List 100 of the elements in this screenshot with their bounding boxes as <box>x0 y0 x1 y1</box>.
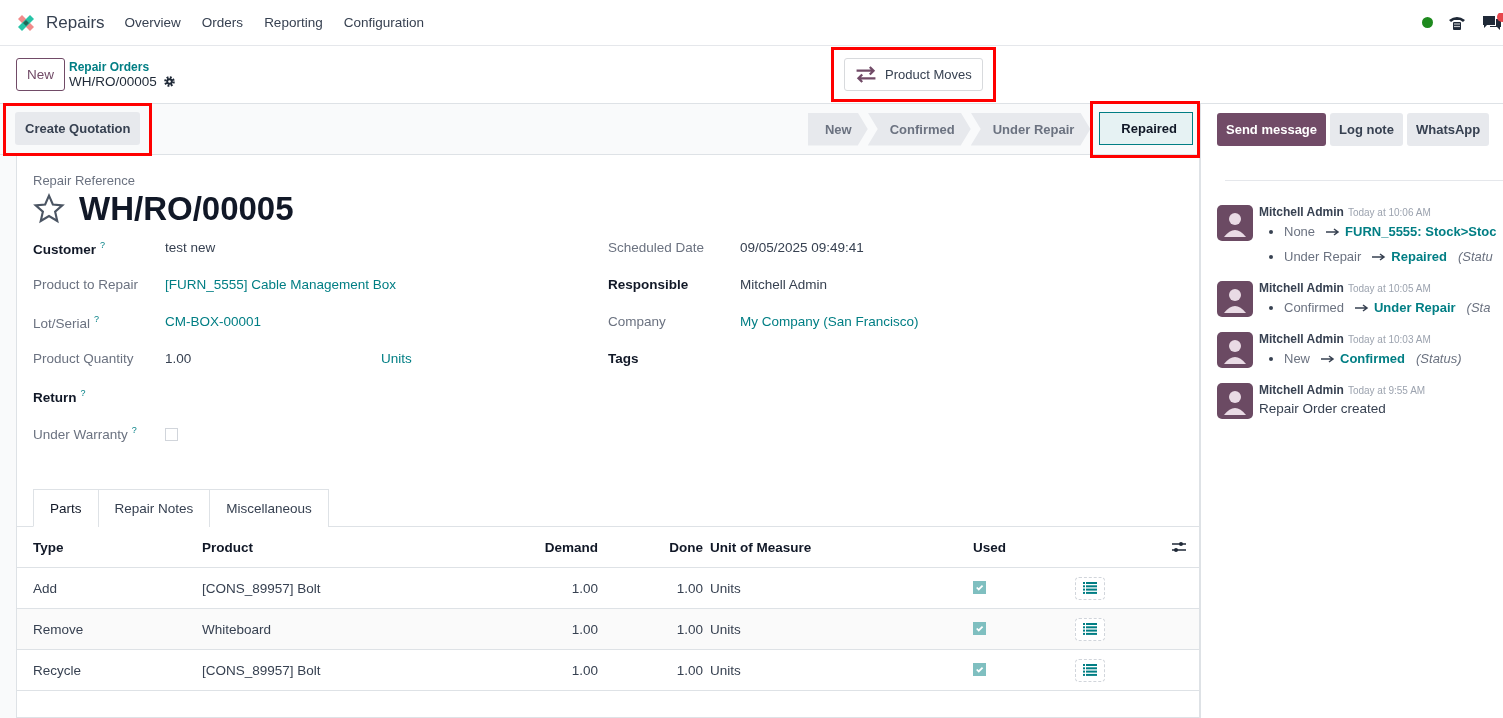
table-cell-text: Units <box>709 662 742 678</box>
table-cell-text: 1.00 <box>675 580 703 596</box>
field-value[interactable]: test new <box>165 240 216 277</box>
avatar-icon <box>1217 281 1253 317</box>
new-value: Confirmed <box>1340 351 1405 366</box>
message-time: Today at 10:05 AM <box>1347 283 1431 294</box>
tab[interactable]: Parts <box>33 489 99 527</box>
status-stage[interactable]: New <box>808 112 868 146</box>
field-link[interactable]: [FURN_5555] Cable Management Box <box>165 277 397 314</box>
avatar-icon <box>1217 383 1253 419</box>
old-value: New <box>1284 351 1310 366</box>
column-header[interactable]: Type <box>33 539 202 555</box>
checkbox[interactable] <box>165 428 178 441</box>
arrow-icon <box>1372 252 1387 261</box>
field-label: Return <box>33 389 77 405</box>
field-label: Under Warranty <box>33 426 128 442</box>
details-button[interactable] <box>1075 617 1105 641</box>
breadcrumb-link[interactable]: Repair Orders <box>69 60 176 74</box>
table-cell-text: 1.00 <box>675 621 703 637</box>
table-cell-text: [CONS_89957] Bolt <box>202 580 322 596</box>
menu-item[interactable]: Reporting <box>264 15 323 30</box>
menu-item[interactable]: Overview <box>124 15 181 30</box>
field-name: (Status) <box>1416 351 1462 366</box>
help-tooltip[interactable]: ? <box>131 425 137 435</box>
message-time: Today at 10:06 AM <box>1347 207 1431 218</box>
help-tooltip[interactable]: ? <box>100 240 106 250</box>
field-label: Lot/Serial <box>33 315 91 331</box>
help-tooltip[interactable]: ? <box>80 388 86 398</box>
checkbox[interactable] <box>973 580 986 594</box>
table-cell-text: 1.00 <box>675 662 703 678</box>
bullet-icon <box>1269 254 1273 259</box>
list-icon <box>1083 664 1097 676</box>
chatter-button[interactable]: WhatsApp <box>1406 112 1490 146</box>
column-header[interactable]: Unit of Measure <box>703 539 973 555</box>
table-cell-text: 1.00 <box>570 580 598 596</box>
unit-link[interactable]: Units <box>381 351 412 388</box>
table-cell-text: Units <box>709 580 742 596</box>
message-body: Repair Order created <box>1259 401 1387 416</box>
field-label: Responsible <box>608 277 689 292</box>
chatter-button[interactable]: Log note <box>1330 112 1403 146</box>
field-link[interactable]: My Company (San Francisco) <box>740 314 919 351</box>
send-message-button[interactable]: Send message <box>1217 112 1327 146</box>
sliders-icon[interactable] <box>1171 540 1187 554</box>
column-header[interactable]: Product <box>202 539 500 555</box>
star-icon[interactable] <box>33 193 65 225</box>
bullet-icon <box>1269 229 1273 234</box>
table-cell-text: Recycle <box>33 662 82 678</box>
gear-icon[interactable] <box>162 75 176 88</box>
tab[interactable]: Miscellaneous <box>209 489 329 527</box>
status-stage[interactable]: Under Repair <box>970 112 1091 146</box>
menu-item[interactable]: Configuration <box>343 15 424 30</box>
app-name[interactable]: Repairs <box>46 12 105 33</box>
field-label: Scheduled Date <box>608 240 705 255</box>
record-title: WH/RO/00005 <box>79 190 294 228</box>
status-stage[interactable]: Confirmed <box>867 112 971 146</box>
status-stage[interactable]: Repaired <box>1099 111 1193 145</box>
message-time: Today at 9:55 AM <box>1347 385 1426 396</box>
column-header[interactable]: Demand <box>500 539 598 555</box>
status-dot-icon <box>1422 17 1433 28</box>
field-link[interactable]: CM-BOX-00001 <box>165 314 262 351</box>
table-cell-text: Add <box>33 580 59 596</box>
menu-item[interactable]: Orders <box>201 15 244 30</box>
list-icon <box>1083 582 1097 594</box>
message-time: Today at 10:03 AM <box>1347 334 1431 345</box>
table-cell-text: Remove <box>33 621 85 637</box>
details-button[interactable] <box>1075 576 1105 600</box>
arrow-icon <box>1321 354 1335 363</box>
old-value: Under Repair <box>1284 249 1362 264</box>
quantity-value[interactable]: 1.00 <box>165 351 381 388</box>
column-header[interactable]: Used <box>973 539 1075 555</box>
new-value: FURN_5555: Stock>Stoc <box>1345 224 1497 239</box>
field-value[interactable]: 09/05/2025 09:49:41 <box>740 240 864 277</box>
table-cell-text: [CONS_89957] Bolt <box>202 662 322 678</box>
new-value: Under Repair <box>1373 300 1456 315</box>
tab[interactable]: Repair Notes <box>97 489 211 527</box>
column-header[interactable]: Done <box>598 539 703 555</box>
avatar-icon <box>1217 332 1253 368</box>
help-tooltip[interactable]: ? <box>94 314 100 324</box>
checkbox[interactable] <box>973 621 986 635</box>
new-button[interactable]: New <box>16 58 65 91</box>
field-label: Tags <box>608 351 639 366</box>
field-value[interactable]: Mitchell Admin <box>740 277 828 314</box>
checkbox[interactable] <box>973 662 986 676</box>
author-name[interactable]: Mitchell Admin <box>1259 383 1344 397</box>
field-label: Product to Repair <box>33 277 139 292</box>
arrow-icon <box>1354 303 1369 312</box>
table-cell-text: Units <box>709 621 742 637</box>
product-moves-button[interactable]: Product Moves <box>844 58 983 91</box>
field-label: Repair Reference <box>32 173 136 188</box>
field-name: (Statu <box>1457 249 1493 264</box>
record-name: WH/RO/00005 <box>69 74 157 89</box>
author-name[interactable]: Mitchell Admin <box>1259 281 1344 295</box>
table-cell-text: 1.00 <box>570 621 598 637</box>
author-name[interactable]: Mitchell Admin <box>1259 205 1344 219</box>
details-button[interactable] <box>1075 658 1105 682</box>
create-quotation-button[interactable]: Create Quotation <box>15 111 141 145</box>
author-name[interactable]: Mitchell Admin <box>1259 332 1344 346</box>
old-value: Confirmed <box>1284 300 1344 315</box>
transfer-arrows-icon <box>855 66 877 83</box>
table-cell-text: Whiteboard <box>202 621 273 637</box>
